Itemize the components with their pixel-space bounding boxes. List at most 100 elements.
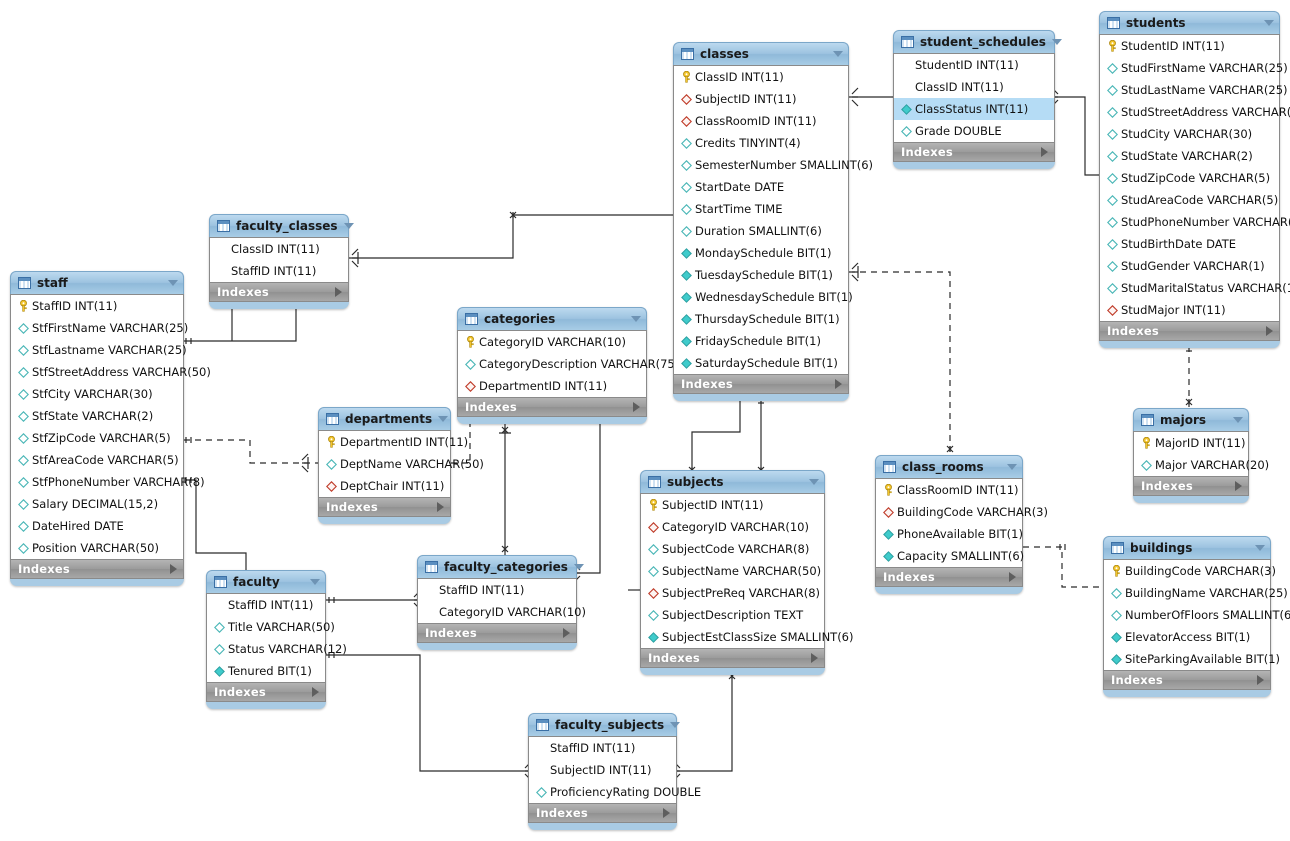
chevron-right-icon[interactable] [1266, 326, 1273, 336]
chevron-down-icon[interactable] [670, 722, 681, 728]
table-row[interactable]: StudCity VARCHAR(30) [1100, 123, 1279, 145]
table-row[interactable]: DepartmentID INT(11) [458, 375, 646, 397]
table-row[interactable]: SubjectDescription TEXT [641, 604, 824, 626]
table-row[interactable]: SubjectName VARCHAR(50) [641, 560, 824, 582]
table-row[interactable]: SubjectCode VARCHAR(8) [641, 538, 824, 560]
table-row[interactable]: StudZipCode VARCHAR(5) [1100, 167, 1279, 189]
table-row[interactable]: ClassID INT(11) [894, 76, 1054, 98]
table-row[interactable]: CategoryDescription VARCHAR(75) [458, 353, 679, 375]
table-faculty[interactable]: faculty StaffID INT(11) Title VARCHAR(50) S… [206, 570, 347, 709]
table-row[interactable]: ClassRoomID INT(11) [674, 110, 848, 132]
table-row[interactable]: StfLastname VARCHAR(25) [11, 339, 187, 361]
table-row[interactable]: StartDate DATE [674, 176, 848, 198]
chevron-right-icon[interactable] [335, 287, 342, 297]
table-row[interactable]: Capacity SMALLINT(6) [876, 545, 1024, 567]
table-row[interactable]: DepartmentID INT(11) [319, 431, 468, 453]
table-row[interactable]: StaffID INT(11) [418, 579, 576, 601]
table-row[interactable]: TuesdaySchedule BIT(1) [674, 264, 848, 286]
table-header-majors[interactable]: majors [1133, 408, 1249, 431]
chevron-down-icon[interactable] [573, 564, 584, 570]
table-row[interactable]: SemesterNumber SMALLINT(6) [674, 154, 873, 176]
table-header-classes[interactable]: classes [673, 42, 849, 65]
table-header-class_rooms[interactable]: class_rooms [875, 455, 1023, 478]
chevron-right-icon[interactable] [1009, 572, 1016, 582]
table-header-categories[interactable]: categories [457, 307, 647, 330]
table-faculty_categories[interactable]: faculty_categories StaffID INT(11) Categor… [417, 555, 586, 650]
chevron-right-icon[interactable] [811, 653, 818, 663]
chevron-right-icon[interactable] [1235, 481, 1242, 491]
table-header-staff[interactable]: staff [10, 271, 184, 294]
table-row[interactable]: WednesdaySchedule BIT(1) [674, 286, 853, 308]
chevron-right-icon[interactable] [312, 687, 319, 697]
table-row[interactable]: Duration SMALLINT(6) [674, 220, 848, 242]
table-row[interactable]: ProficiencyRating DOUBLE [529, 781, 701, 803]
chevron-right-icon[interactable] [170, 564, 177, 574]
table-class_rooms[interactable]: class_rooms ClassRoomID INT(11) BuildingCo… [875, 455, 1048, 594]
chevron-down-icon[interactable] [343, 223, 354, 229]
table-header-faculty[interactable]: faculty [206, 570, 326, 593]
table-row[interactable]: StaffID INT(11) [529, 737, 676, 759]
table-row[interactable]: StaffID INT(11) [11, 295, 183, 317]
table-faculty_subjects[interactable]: faculty_subjects StaffID INT(11) SubjectID… [528, 713, 701, 830]
table-row[interactable]: NumberOfFloors SMALLINT(6) [1104, 604, 1290, 626]
table-row[interactable]: SubjectEstClassSize SMALLINT(6) [641, 626, 854, 648]
table-row[interactable]: StaffID INT(11) [207, 594, 325, 616]
table-row[interactable]: MajorID INT(11) [1134, 432, 1248, 454]
chevron-down-icon[interactable] [438, 416, 449, 422]
table-row[interactable]: ElevatorAccess BIT(1) [1104, 626, 1270, 648]
table-row[interactable]: SubjectID INT(11) [674, 88, 848, 110]
table-header-student_schedules[interactable]: student_schedules [893, 30, 1062, 53]
chevron-down-icon[interactable] [1051, 39, 1062, 45]
table-staff[interactable]: staff StaffID INT(11) StfFirstName VARCHAR… [10, 271, 211, 586]
chevron-down-icon[interactable] [1264, 20, 1274, 26]
table-row[interactable]: PhoneAvailable BIT(1) [876, 523, 1023, 545]
chevron-right-icon[interactable] [437, 502, 444, 512]
indexes-section-class_rooms[interactable]: Indexes [875, 567, 1023, 587]
table-row[interactable]: Tenured BIT(1) [207, 660, 325, 682]
table-row[interactable]: SubjectPreReq VARCHAR(8) [641, 582, 824, 604]
chevron-right-icon[interactable] [633, 402, 640, 412]
table-row[interactable]: DateHired DATE [11, 515, 183, 537]
indexes-section-students[interactable]: Indexes [1099, 321, 1280, 341]
table-subjects[interactable]: subjects SubjectID INT(11) CategoryID VARC… [640, 470, 854, 675]
table-categories[interactable]: categories CategoryID VARCHAR(10) Category… [457, 307, 679, 424]
indexes-section-categories[interactable]: Indexes [457, 397, 647, 417]
table-majors[interactable]: majors MajorID INT(11) Major VARCHAR(20) In… [1133, 408, 1269, 503]
table-row[interactable]: StfCity VARCHAR(30) [11, 383, 183, 405]
indexes-section-faculty_categories[interactable]: Indexes [417, 623, 577, 643]
table-departments[interactable]: departments DepartmentID INT(11) DeptName … [318, 407, 484, 524]
indexes-section-classes[interactable]: Indexes [673, 374, 849, 394]
chevron-right-icon[interactable] [835, 379, 842, 389]
table-header-faculty_subjects[interactable]: faculty_subjects [528, 713, 681, 736]
table-row[interactable]: CategoryID VARCHAR(10) [418, 601, 586, 623]
table-row[interactable]: FridaySchedule BIT(1) [674, 330, 848, 352]
indexes-section-majors[interactable]: Indexes [1133, 476, 1249, 496]
table-row[interactable]: StfAreaCode VARCHAR(5) [11, 449, 183, 471]
table-row[interactable]: StudStreetAddress VARCHAR(50) [1100, 101, 1290, 123]
table-row[interactable]: Major VARCHAR(20) [1134, 454, 1269, 476]
table-row[interactable]: StfFirstName VARCHAR(25) [11, 317, 188, 339]
chevron-down-icon[interactable] [1255, 545, 1265, 551]
table-row[interactable]: BuildingCode VARCHAR(3) [876, 501, 1048, 523]
indexes-section-faculty[interactable]: Indexes [206, 682, 326, 702]
chevron-down-icon[interactable] [809, 479, 819, 485]
table-row[interactable]: BuildingName VARCHAR(25) [1104, 582, 1288, 604]
chevron-right-icon[interactable] [1257, 675, 1264, 685]
indexes-section-faculty_classes[interactable]: Indexes [209, 282, 349, 302]
table-row[interactable]: StudentID INT(11) [1100, 35, 1279, 57]
table-row[interactable]: StudGender VARCHAR(1) [1100, 255, 1279, 277]
table-row[interactable]: ClassRoomID INT(11) [876, 479, 1022, 501]
table-row[interactable]: SiteParkingAvailable BIT(1) [1104, 648, 1280, 670]
table-row[interactable]: StudFirstName VARCHAR(25) [1100, 57, 1288, 79]
indexes-section-buildings[interactable]: Indexes [1103, 670, 1271, 690]
chevron-down-icon[interactable] [1007, 464, 1017, 470]
indexes-section-staff[interactable]: Indexes [10, 559, 184, 579]
table-row[interactable]: CategoryID VARCHAR(10) [641, 516, 824, 538]
chevron-right-icon[interactable] [1041, 147, 1048, 157]
table-header-departments[interactable]: departments [318, 407, 451, 430]
table-row[interactable]: SaturdaySchedule BIT(1) [674, 352, 848, 374]
table-row[interactable]: ClassID INT(11) [674, 66, 848, 88]
table-row[interactable]: SubjectID INT(11) [529, 759, 676, 781]
chevron-right-icon[interactable] [663, 808, 670, 818]
table-row[interactable]: StfState VARCHAR(2) [11, 405, 183, 427]
